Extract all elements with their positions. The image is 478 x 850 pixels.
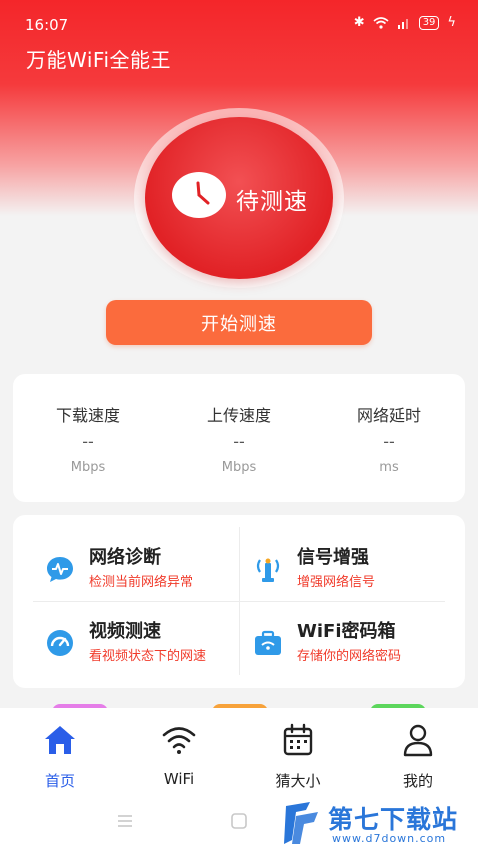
speed-stats-card: 下载速度 -- Mbps 上传速度 -- Mbps 网络延时 -- ms <box>13 374 465 502</box>
stat-unit: Mbps <box>70 460 106 475</box>
watermark-logo-icon <box>284 802 318 844</box>
wifi-icon <box>162 727 196 754</box>
dial-status-label: 待测速 <box>236 189 308 215</box>
tab-label: 猜大小 <box>275 772 321 790</box>
stat-title: 下载速度 <box>55 406 120 425</box>
tool-title: WiFi密码箱 <box>297 621 396 642</box>
cell-signal-icon <box>397 18 408 29</box>
home-nav-icon[interactable] <box>226 808 252 834</box>
tab-label: 我的 <box>402 772 433 790</box>
tool-desc: 增强网络信号 <box>297 575 376 590</box>
stat-unit: ms <box>379 460 399 475</box>
stat-value: -- <box>82 432 94 451</box>
stat-value: -- <box>233 432 245 451</box>
user-icon <box>403 724 433 757</box>
speedometer-icon <box>47 630 73 656</box>
menu-nav-icon[interactable] <box>112 808 138 834</box>
stat-title: 上传速度 <box>206 406 271 425</box>
tool-desc: 检测当前网络异常 <box>89 575 194 590</box>
charging-icon: ϟ <box>447 15 456 30</box>
chat-pulse-icon <box>47 557 73 582</box>
status-time: 16:07 <box>25 16 69 34</box>
tool-title: 视频测速 <box>89 621 161 642</box>
tool-network-diagnosis[interactable]: 网络诊断 检测当前网络异常 <box>45 543 255 613</box>
clock-icon <box>172 172 226 218</box>
tab-label: 首页 <box>44 772 75 790</box>
tab-guess[interactable]: 猜大小 <box>258 722 338 792</box>
tool-desc: 看视频状态下的网速 <box>89 649 207 664</box>
tools-card: 网络诊断 检测当前网络异常 信号增强 增强网络信号 视频测速 看视频状态下的网速 <box>13 515 465 688</box>
tool-title: 网络诊断 <box>89 547 161 568</box>
start-test-button[interactable]: 开始测速 <box>106 300 372 345</box>
home-icon <box>45 726 75 754</box>
stat-unit: Mbps <box>221 460 257 475</box>
watermark-title: 第七下载站 <box>328 805 459 834</box>
watermark: 第七下载站 www.d7down.com <box>282 796 474 850</box>
wifi-status-icon <box>373 16 389 29</box>
toolbox-icon <box>255 630 281 655</box>
tab-profile[interactable]: 我的 <box>378 722 458 792</box>
stat-value: -- <box>383 432 395 451</box>
tool-video-speed-test[interactable]: 视频测速 看视频状态下的网速 <box>45 617 255 687</box>
bluetooth-icon: ✱ <box>353 15 365 30</box>
status-icons: ✱ 39 ϟ <box>354 15 456 30</box>
tool-title: 信号增强 <box>297 547 369 568</box>
battery-icon: 39 <box>418 15 440 30</box>
tool-desc: 存储你的网络密码 <box>297 649 402 664</box>
app-title: 万能WiFi全能王 <box>26 48 171 72</box>
watermark-url: www.d7down.com <box>332 832 447 845</box>
stat-title: 网络延时 <box>356 406 421 425</box>
tool-wifi-password-box[interactable]: WiFi密码箱 存储你的网络密码 <box>253 617 463 687</box>
calendar-icon <box>283 723 313 756</box>
tab-home[interactable]: 首页 <box>20 722 100 792</box>
tab-wifi[interactable]: WiFi <box>139 722 219 792</box>
tab-label: WiFi <box>163 770 195 788</box>
status-bar: 16:07 ✱ 39 ϟ <box>0 0 478 46</box>
tool-signal-boost[interactable]: 信号增强 增强网络信号 <box>253 543 463 613</box>
signal-tower-icon <box>256 558 280 582</box>
